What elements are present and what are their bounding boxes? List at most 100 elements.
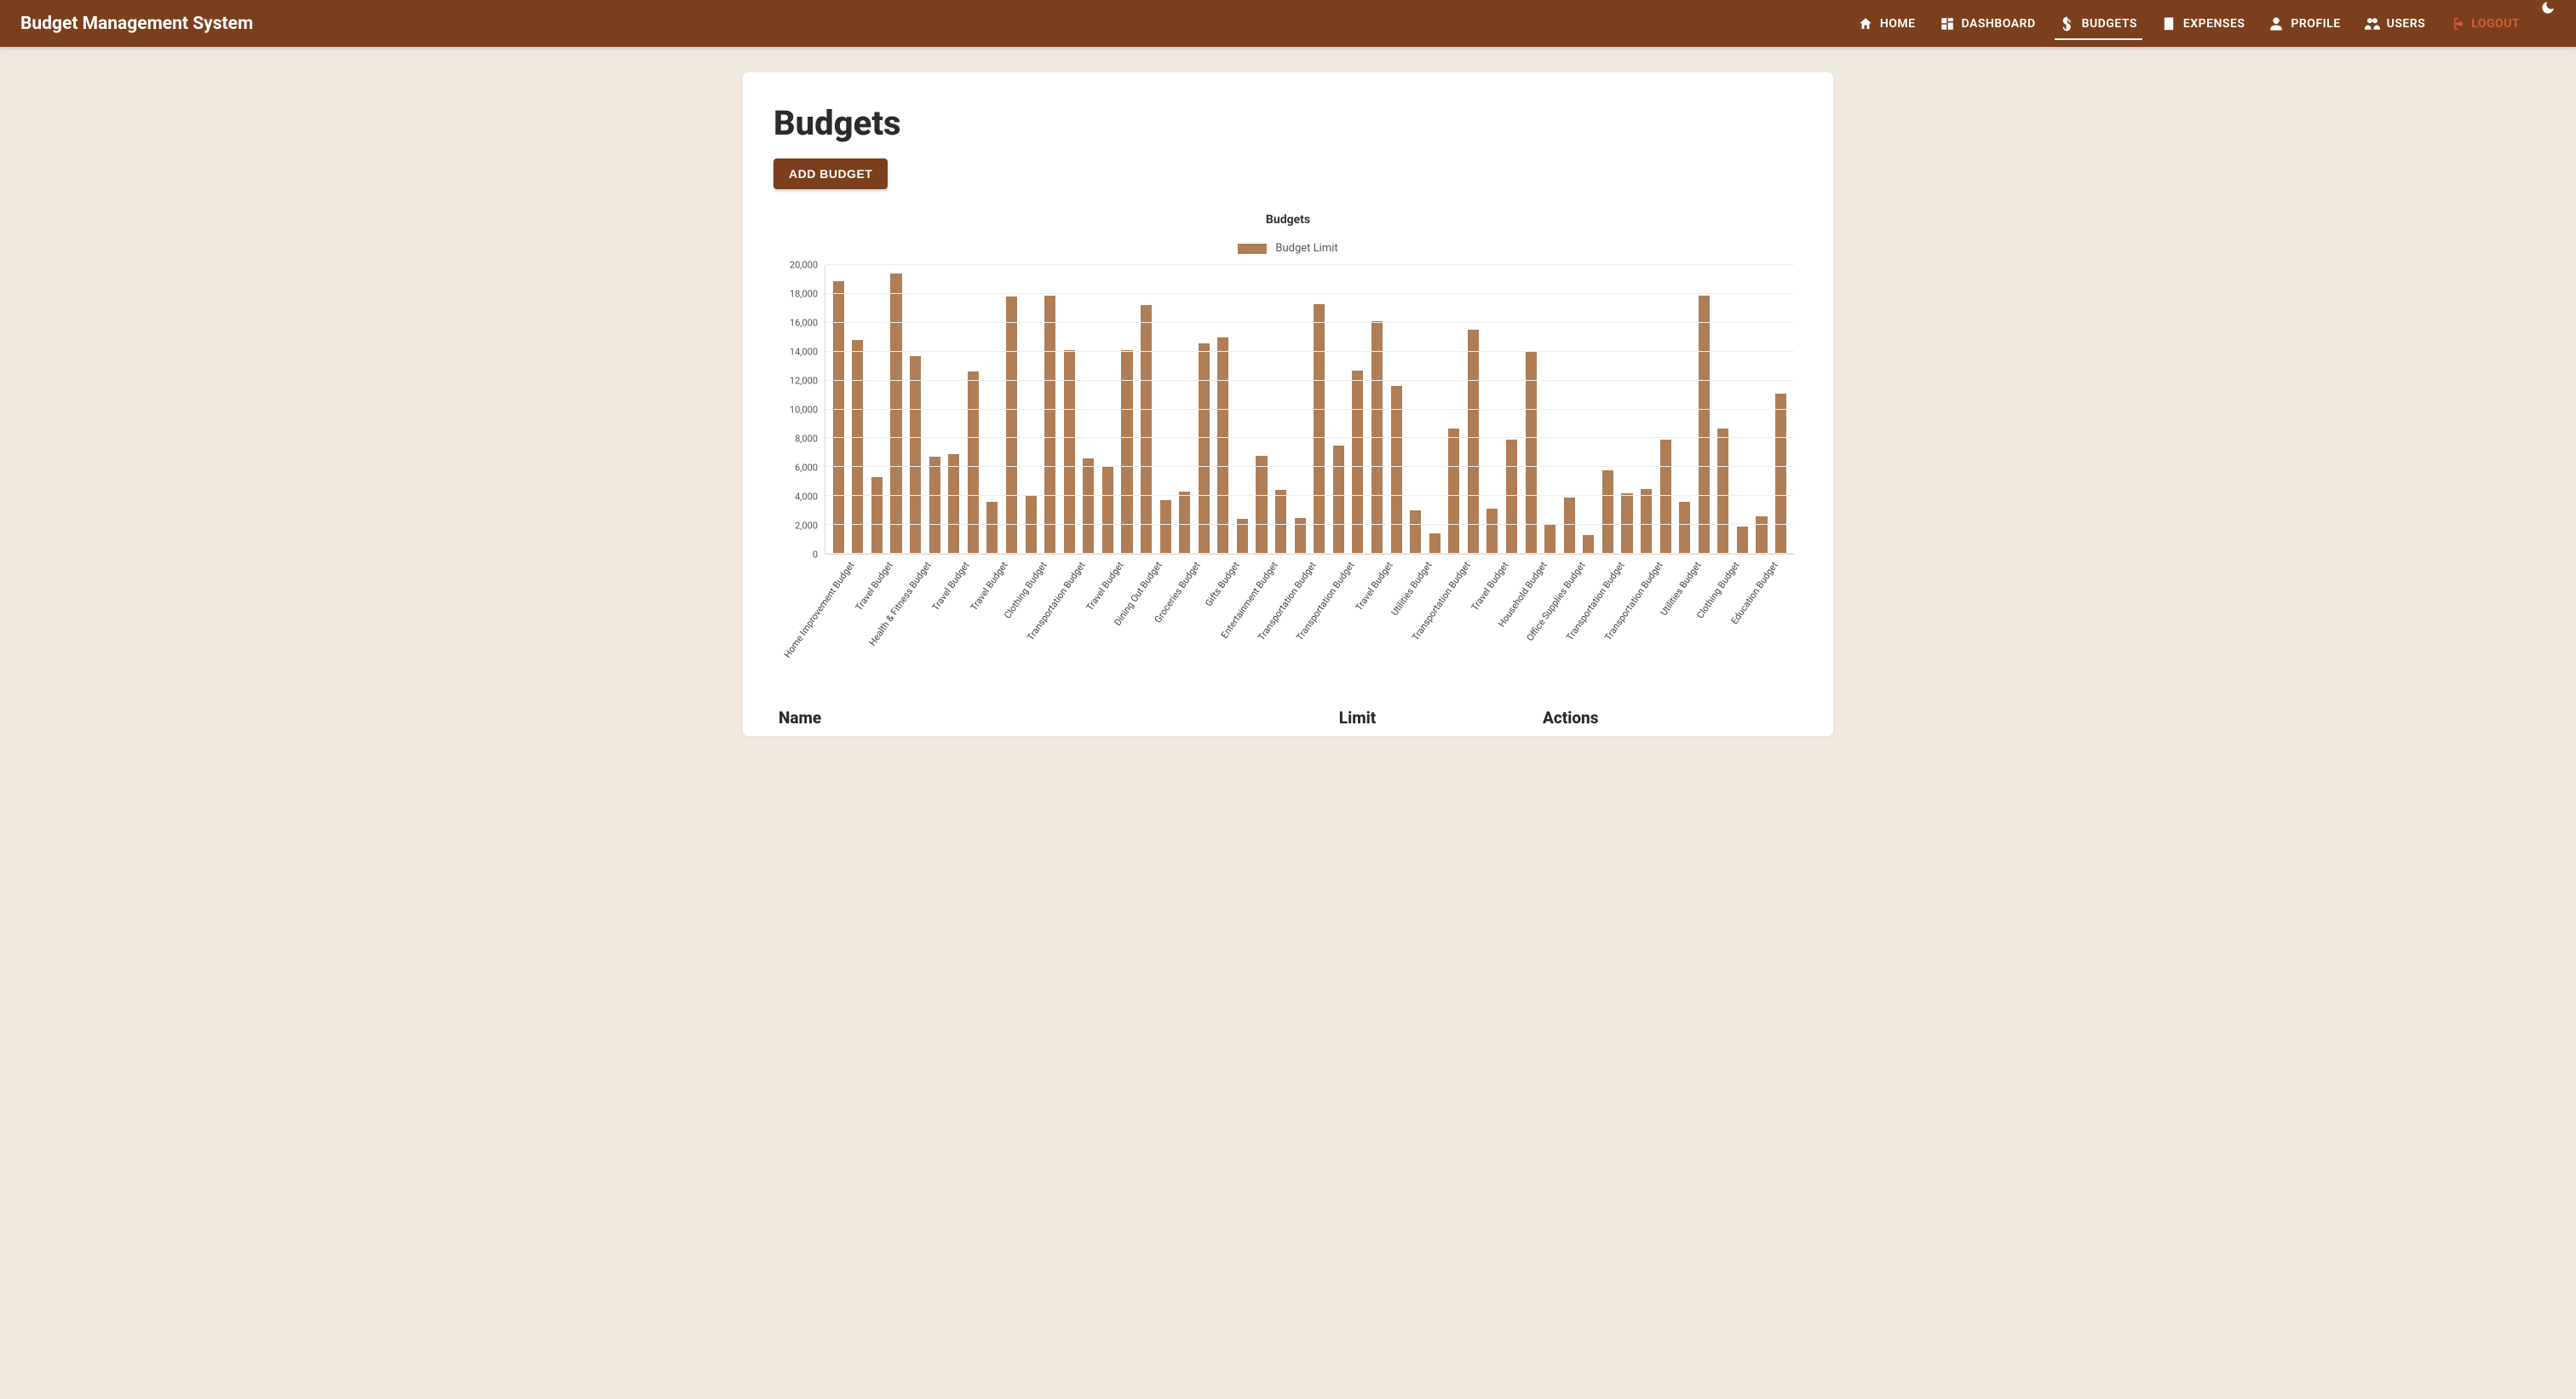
chart-bar[interactable] — [1199, 343, 1210, 554]
chart-bar-slot — [829, 265, 848, 554]
chart-gridline — [825, 437, 1794, 438]
chart-bar[interactable] — [1006, 296, 1017, 554]
chart-bar-slot — [1502, 265, 1521, 554]
chart-bar[interactable] — [1544, 525, 1555, 554]
theme-toggle[interactable] — [2540, 0, 2556, 47]
chart-bar-slot — [1771, 265, 1791, 554]
chart-bar-slot — [1387, 265, 1406, 554]
chart-bar[interactable] — [1352, 371, 1363, 554]
chart-bar[interactable] — [1679, 502, 1690, 554]
chart-gridline — [825, 351, 1794, 352]
chart-bar[interactable] — [1756, 516, 1767, 554]
chart-bar-slot — [1214, 265, 1233, 554]
chart-bar-slot — [1233, 265, 1252, 554]
chart-bar-slot — [1521, 265, 1541, 554]
chart-bar[interactable] — [1410, 510, 1421, 554]
nav-users[interactable]: USERS — [2353, 0, 2438, 47]
nav-dashboard[interactable]: DASHBOARD — [1928, 0, 2048, 47]
chart-bar-slot — [1560, 265, 1579, 554]
nav-home-label: HOME — [1880, 17, 1916, 31]
chart-gridline — [825, 380, 1794, 381]
chart-bar[interactable] — [1468, 330, 1479, 554]
chart-bar[interactable] — [1506, 440, 1517, 554]
chart-bar-slot — [1636, 265, 1656, 554]
add-budget-button[interactable]: ADD BUDGET — [773, 158, 888, 189]
chart-bar[interactable] — [1179, 492, 1190, 554]
chart-bar-slot — [1694, 265, 1714, 554]
chart-y-tick: 6,000 — [795, 463, 818, 474]
nav-budgets[interactable]: BUDGETS — [2048, 0, 2149, 47]
chart-bar[interactable] — [852, 340, 863, 554]
chart-bar[interactable] — [1775, 394, 1786, 554]
nav-home[interactable]: HOME — [1846, 0, 1928, 47]
chart-bar[interactable] — [1141, 305, 1152, 554]
chart-bar-slot — [1463, 265, 1483, 554]
dashboard-icon — [1940, 16, 1955, 32]
chart-bar[interactable] — [1583, 535, 1594, 554]
chart-bar[interactable] — [968, 371, 979, 554]
nav-items: HOME DASHBOARD BUDGETS EXPENSES PROFILE — [1846, 0, 2556, 47]
chart-bar[interactable] — [1333, 446, 1344, 554]
chart-y-tick: 10,000 — [790, 405, 818, 416]
chart-y-tick: 14,000 — [790, 347, 818, 358]
chart-bar-slot — [906, 265, 925, 554]
navbar: Budget Management System HOME DASHBOARD … — [0, 0, 2576, 47]
chart-bar[interactable] — [1660, 440, 1671, 554]
chart-bar[interactable] — [1717, 429, 1728, 554]
chart-y-tick: 4,000 — [795, 492, 818, 503]
chart-bar[interactable] — [1083, 458, 1094, 554]
page: Budgets ADD BUDGET Budgets Budget Limit … — [726, 72, 1850, 770]
chart-bar[interactable] — [1275, 490, 1286, 554]
chart-bar[interactable] — [1217, 337, 1228, 554]
chart-bar[interactable] — [1314, 304, 1325, 554]
page-title: Budgets — [773, 103, 1803, 143]
chart-bar[interactable] — [1737, 527, 1748, 554]
chart-bar[interactable] — [1044, 296, 1055, 554]
chart-gridline — [825, 524, 1794, 525]
receipt-icon — [2161, 16, 2176, 32]
chart-bar-slot — [1733, 265, 1752, 554]
chart-bar[interactable] — [1602, 470, 1613, 554]
chart-y-tick: 20,000 — [790, 260, 818, 271]
chart-bar[interactable] — [871, 477, 883, 554]
card: Budgets ADD BUDGET Budgets Budget Limit … — [743, 72, 1833, 736]
chart-bar[interactable] — [948, 454, 959, 554]
chart-bar[interactable] — [1429, 533, 1440, 554]
chart-bar-slot — [1714, 265, 1734, 554]
chart-bar[interactable] — [1391, 386, 1402, 554]
nav-logout[interactable]: LOGOUT — [2437, 0, 2532, 47]
chart-bar[interactable] — [1699, 296, 1710, 554]
chart-bar-slot — [1329, 265, 1348, 554]
legend-swatch-icon — [1238, 244, 1267, 254]
table-col-limit: Limit — [1339, 708, 1543, 728]
chart-bar[interactable] — [1448, 429, 1459, 554]
chart-bar[interactable] — [986, 502, 998, 554]
chart-bar[interactable] — [890, 273, 901, 554]
chart-bar[interactable] — [1256, 456, 1267, 554]
chart-bar[interactable] — [929, 457, 940, 554]
chart-bar[interactable] — [1486, 509, 1498, 554]
chart-bar-slot — [1175, 265, 1194, 554]
chart-bar-slot — [867, 265, 887, 554]
table-header: Name Limit Actions — [773, 708, 1803, 728]
chart-bar[interactable] — [1641, 489, 1652, 554]
chart-plot — [825, 265, 1794, 555]
chart-bar-slot — [1021, 265, 1041, 554]
chart-bar[interactable] — [1564, 498, 1575, 554]
chart-bar-slot — [1002, 265, 1021, 554]
chart-legend[interactable]: Budget Limit — [773, 242, 1803, 255]
chart-bar[interactable] — [1160, 500, 1171, 554]
chart-bar-slot — [1060, 265, 1079, 554]
chart-bar-slot — [1271, 265, 1291, 554]
nav-expenses[interactable]: EXPENSES — [2149, 0, 2257, 47]
chart-bars — [825, 265, 1794, 554]
chart-y-tick: 0 — [813, 550, 818, 561]
chart-bar-slot — [1540, 265, 1560, 554]
chart-bar[interactable] — [1102, 466, 1113, 554]
chart-bar-slot — [1194, 265, 1214, 554]
chart-bar[interactable] — [1295, 518, 1306, 554]
nav-profile[interactable]: PROFILE — [2257, 0, 2352, 47]
nav-expenses-label: EXPENSES — [2183, 17, 2245, 31]
chart-bar-slot — [1040, 265, 1060, 554]
profile-icon — [2268, 16, 2284, 32]
